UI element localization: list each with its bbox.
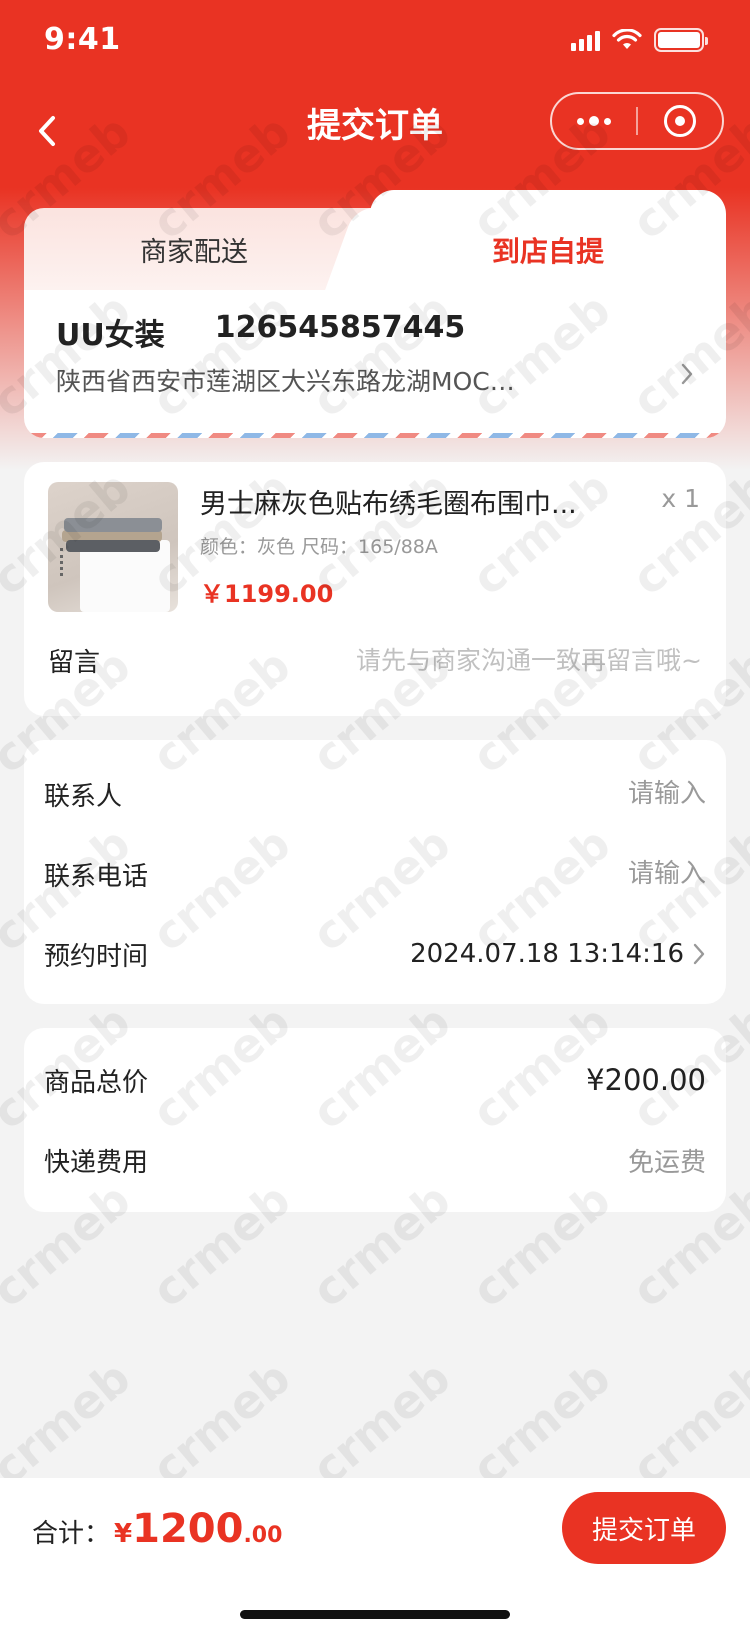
product-price: ￥1199.00: [200, 580, 334, 608]
total-integer: 1200: [132, 1506, 244, 1552]
message-input[interactable]: [282, 645, 702, 675]
tab-store-pickup[interactable]: 到店自提: [370, 190, 726, 290]
miniprogram-capsule: [550, 92, 724, 150]
order-total: 合计： ¥ 1200 .00: [32, 1506, 282, 1552]
close-miniprogram-button[interactable]: [638, 94, 722, 148]
home-indicator: [240, 1610, 510, 1619]
delivery-address-card: 商家配送 到店自提 UU女装 126545857445 陕西省西安市莲湖区大兴东…: [24, 190, 726, 438]
bottom-bar: 合计： ¥ 1200 .00 提交订单: [0, 1478, 750, 1628]
appointment-time-row[interactable]: 预约时间 2024.07.18 13:14:16: [44, 914, 706, 994]
total-decimal: .00: [243, 1523, 283, 1548]
status-time: 9:41: [44, 22, 121, 57]
store-address-detail: 陕西省西安市莲湖区大兴东路龙湖MOC…: [56, 367, 515, 396]
product-name: 男士麻灰色贴布绣毛圈布围巾...: [200, 489, 577, 520]
submit-order-button[interactable]: 提交订单: [562, 1492, 726, 1564]
price-summary-card: 商品总价 ¥200.00 快递费用 免运费: [24, 1028, 726, 1212]
appointment-time-picker[interactable]: 2024.07.18 13:14:16: [410, 939, 706, 969]
more-button[interactable]: [552, 94, 636, 148]
target-circle-icon: [664, 105, 696, 137]
airmail-stripe: [24, 433, 726, 438]
contact-name-input[interactable]: [346, 779, 706, 809]
status-icons: [571, 28, 708, 52]
navigation-bar: 提交订单: [0, 88, 750, 176]
contact-phone-label: 联系电话: [44, 861, 149, 892]
appointment-time-value: 2024.07.18 13:14:16: [410, 939, 684, 969]
store-phone: 126545857445: [214, 310, 466, 345]
cellular-signal-icon: [571, 29, 600, 51]
store-name: UU女装: [56, 318, 165, 353]
order-submit-page: 9:41 提交订单 商家配送 到店自提 UU女装 126545857445 陕西…: [0, 0, 750, 1628]
contact-name-label: 联系人: [44, 781, 123, 812]
tab-store-pickup-label: 到店自提: [491, 235, 604, 268]
contact-phone-input[interactable]: [346, 859, 706, 889]
goods-total-label: 商品总价: [44, 1067, 149, 1098]
watermark-text: crmeb: [301, 1350, 461, 1496]
message-label: 留言: [48, 647, 101, 678]
store-address[interactable]: UU女装 126545857445 陕西省西安市莲湖区大兴东路龙湖MOC…: [24, 290, 726, 438]
chevron-right-icon: [672, 356, 702, 392]
product-image[interactable]: [48, 482, 178, 612]
total-currency: ¥: [114, 1519, 133, 1549]
goods-total-row: 商品总价 ¥200.00: [44, 1040, 706, 1120]
watermark-text: crmeb: [461, 1350, 621, 1496]
product-spec: 颜色：灰色 尺码：165/88A: [200, 536, 438, 558]
store-name-phone: UU女装 126545857445: [56, 310, 465, 354]
shipping-fee-value: 免运费: [627, 1147, 706, 1178]
watermark-text: crmeb: [141, 1350, 301, 1496]
goods-total-value: ¥200.00: [586, 1063, 706, 1097]
shipping-fee-row: 快递费用 免运费: [44, 1120, 706, 1200]
chevron-right-icon: [693, 943, 705, 965]
status-bar: 9:41: [0, 0, 750, 88]
shipping-fee-label: 快递费用: [44, 1147, 149, 1178]
contact-card: 联系人 联系电话 预约时间 2024.07.18 13:14:16: [24, 740, 726, 1004]
product-card: 男士麻灰色贴布绣毛圈布围巾... x 1 颜色：灰色 尺码：165/88A ￥1…: [24, 462, 726, 716]
contact-name-row: 联系人: [44, 754, 706, 834]
contact-phone-row: 联系电话: [44, 834, 706, 914]
total-label: 合计：: [32, 1519, 111, 1549]
message-row: 留言: [48, 622, 702, 698]
product-quantity: x 1: [661, 484, 700, 513]
wifi-icon: [612, 29, 642, 51]
more-dots-icon: [577, 117, 584, 125]
watermark-text: crmeb: [0, 1350, 141, 1496]
watermark-text: crmeb: [621, 1350, 750, 1496]
battery-icon: [654, 28, 708, 52]
appointment-time-label: 预约时间: [44, 941, 149, 972]
